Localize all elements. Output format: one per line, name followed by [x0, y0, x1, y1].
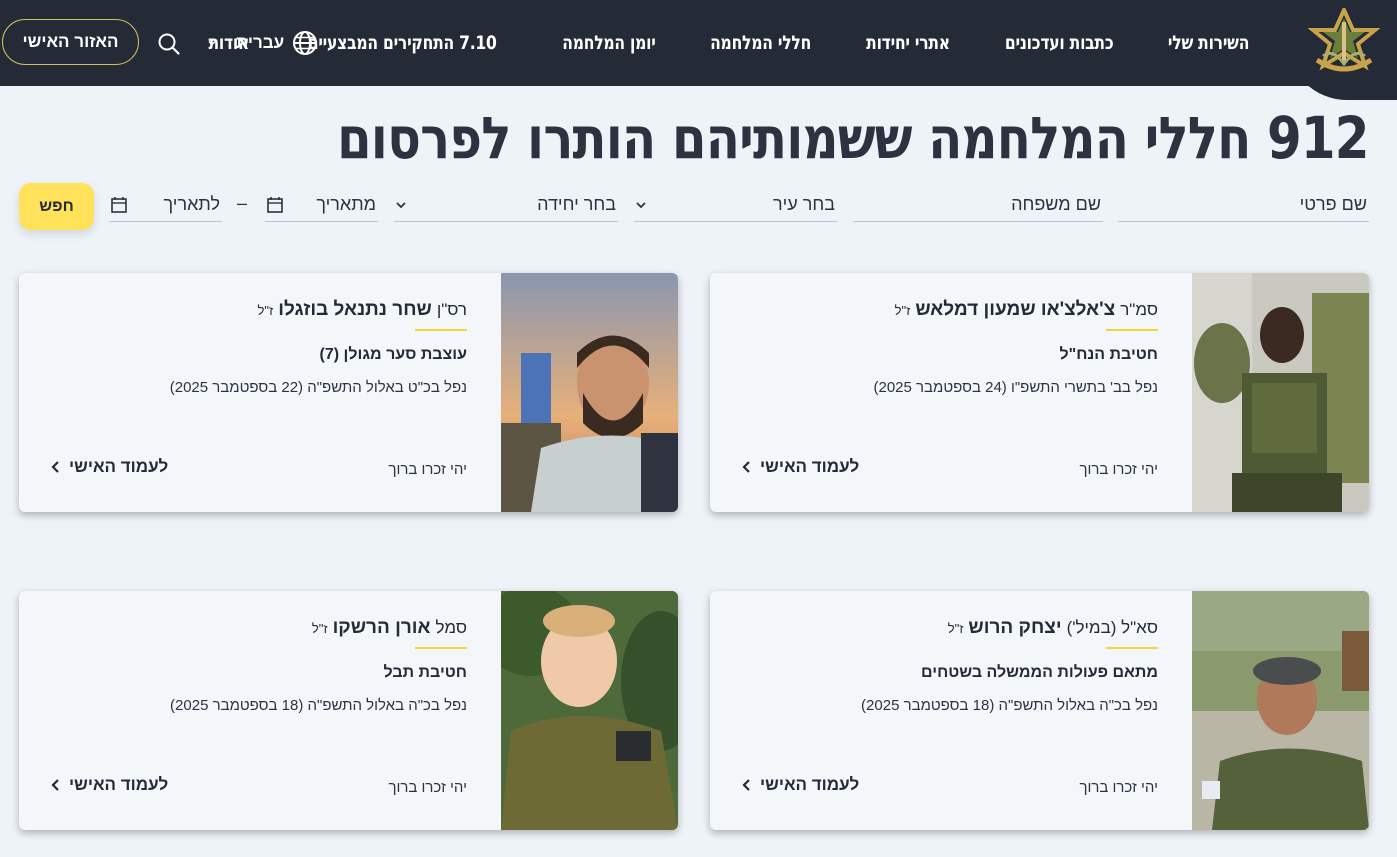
first-name-placeholder: שם פרטי [1299, 194, 1367, 214]
idf-emblem-logo[interactable] [1303, 8, 1385, 80]
card-body: רס"ן שחר נתנאל בוזגלו ז"ל עוצבת סער מגול… [19, 273, 501, 512]
search-button[interactable]: חפש [19, 183, 94, 230]
last-name-placeholder: שם משפחה [1011, 194, 1101, 214]
name-underline [415, 329, 467, 331]
soldier-name: צ'אלצ'או שמעון דמלאש [915, 299, 1116, 320]
soldier-name: שחר נתנאל בוזגלו [278, 299, 432, 320]
personal-page-link[interactable]: לעמוד האישי [51, 457, 168, 477]
soldier-photo [1192, 591, 1369, 830]
calendar-icon[interactable] [109, 196, 129, 214]
memorial-suffix: ז"ל [947, 621, 964, 636]
name-line: סא"ל (במיל') יצחק הרוש ז"ל [948, 617, 1158, 639]
chevron-left-icon [742, 779, 750, 791]
name-line: סמ"ר צ'אלצ'או שמעון דמלאש ז"ל [895, 299, 1158, 321]
date-range-dash: – [237, 193, 248, 213]
soldier-rank: סמ"ר [1120, 300, 1158, 319]
memorial-blessing: יהי זכרו ברוך [1079, 779, 1158, 796]
from-date-placeholder: מתאריך [316, 194, 376, 214]
from-date-field[interactable]: מתאריך [265, 188, 378, 222]
chevron-down-icon [208, 40, 216, 46]
fell-date: נפל בב' בתשרי התשפ"ו (24 בספטמבר 2025) [873, 379, 1159, 396]
fallen-card[interactable]: סמל אורן הרשקו ז"ל חטיבת תבל נפל בכ"ה בא… [19, 591, 678, 830]
globe-icon [293, 31, 318, 55]
soldier-photo [1192, 273, 1369, 512]
page-title: 912 חללי המלחמה ששמותיהם הותרו לפרסום [337, 104, 1369, 172]
to-date-field[interactable]: לתאריך [109, 188, 222, 222]
card-body: סמל אורן הרשקו ז"ל חטיבת תבל נפל בכ"ה בא… [19, 591, 501, 830]
memorial-suffix: ז"ל [257, 303, 274, 318]
chevron-left-icon [742, 461, 750, 473]
to-date-placeholder: לתאריך [163, 194, 220, 214]
nav-unit-sites[interactable]: אתרי יחידות [852, 32, 964, 54]
name-underline [415, 647, 467, 649]
soldier-unit: מתאם פעולות הממשלה בשטחים [921, 664, 1158, 681]
name-underline [1106, 329, 1158, 331]
personal-page-link[interactable]: לעמוד האישי [742, 457, 859, 477]
memorial-blessing: יהי זכרו ברוך [1079, 461, 1158, 478]
city-placeholder: בחר עיר [773, 194, 835, 214]
unit-select[interactable]: בחר יחידה [394, 188, 618, 222]
nav-fallen-soldiers[interactable]: חללי המלחמה [697, 32, 826, 54]
fell-date: נפל בכ"ה באלול התשפ"ה (18 בספטמבר 2025) [170, 697, 467, 714]
main-nav: השירות שלי כתבות ועדכונים אתרי יחידות חל… [187, 0, 1275, 86]
personal-page-label: לעמוד האישי [760, 775, 860, 794]
soldier-unit: חטיבת תבל [383, 664, 467, 681]
soldier-rank: סמל [435, 618, 467, 637]
language-selector[interactable]: עברית [206, 28, 318, 58]
nav-articles-updates[interactable]: כתבות ועדכונים [991, 32, 1127, 54]
fallen-card[interactable]: סמ"ר צ'אלצ'או שמעון דמלאש ז"ל חטיבת הנח"… [710, 273, 1369, 512]
first-name-field[interactable]: שם פרטי [1118, 188, 1369, 222]
chevron-down-icon [396, 201, 406, 208]
personal-page-label: לעמוד האישי [69, 457, 169, 476]
soldier-photo [501, 591, 678, 830]
nav-war-diary[interactable]: יומן המלחמה [548, 32, 669, 54]
chevron-down-icon [636, 201, 646, 208]
fell-date: נפל בכ"ה באלול התשפ"ה (18 בספטמבר 2025) [861, 697, 1158, 714]
search-icon[interactable] [157, 32, 181, 56]
fallen-card[interactable]: סא"ל (במיל') יצחק הרוש ז"ל מתאם פעולות ה… [710, 591, 1369, 830]
name-line: רס"ן שחר נתנאל בוזגלו ז"ל [258, 299, 467, 321]
personal-area-button[interactable]: האזור האישי [2, 19, 139, 65]
nav-my-service[interactable]: השירות שלי [1154, 32, 1263, 54]
nav-operational-investigations[interactable]: 7.10 התחקירים המבצעיים [294, 32, 511, 54]
memorial-suffix: ז"ל [311, 621, 328, 636]
name-line: סמל אורן הרשקו ז"ל [312, 617, 467, 639]
card-body: סמ"ר צ'אלצ'או שמעון דמלאש ז"ל חטיבת הנח"… [710, 273, 1192, 512]
last-name-field[interactable]: שם משפחה [853, 188, 1103, 222]
soldier-rank: רס"ן [436, 300, 467, 319]
memorial-blessing: יהי זכרו ברוך [388, 461, 467, 478]
memorial-suffix: ז"ל [894, 303, 911, 318]
soldier-unit: חטיבת הנח"ל [1059, 346, 1158, 363]
card-body: סא"ל (במיל') יצחק הרוש ז"ל מתאם פעולות ה… [710, 591, 1192, 830]
soldier-name: יצחק הרוש [968, 617, 1062, 638]
city-select[interactable]: בחר עיר [634, 188, 837, 222]
soldier-name: אורן הרשקו [332, 617, 431, 638]
personal-page-link[interactable]: לעמוד האישי [51, 775, 168, 795]
fallen-card[interactable]: רס"ן שחר נתנאל בוזגלו ז"ל עוצבת סער מגול… [19, 273, 678, 512]
personal-page-link[interactable]: לעמוד האישי [742, 775, 859, 795]
chevron-left-icon [51, 461, 59, 473]
personal-page-label: לעמוד האישי [760, 457, 860, 476]
memorial-blessing: יהי זכרו ברוך [388, 779, 467, 796]
chevron-left-icon [51, 779, 59, 791]
soldier-photo [501, 273, 678, 512]
language-label: עברית [236, 33, 285, 52]
calendar-icon[interactable] [265, 196, 285, 214]
soldier-rank: סא"ל (במיל') [1066, 618, 1158, 637]
fell-date: נפל בכ"ט באלול התשפ"ה (22 בספטמבר 2025) [169, 379, 467, 396]
personal-page-label: לעמוד האישי [69, 775, 169, 794]
name-underline [1106, 647, 1158, 649]
unit-placeholder: בחר יחידה [537, 194, 616, 214]
soldier-unit: עוצבת סער מגולן (7) [319, 346, 467, 363]
